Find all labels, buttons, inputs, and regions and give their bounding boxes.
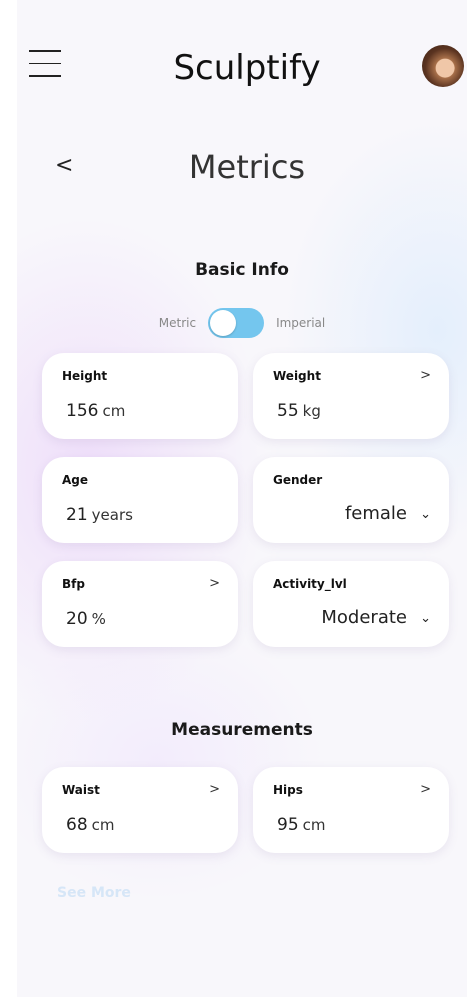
activity-value: Moderate xyxy=(321,607,407,628)
age-label: Age xyxy=(62,473,89,487)
height-card[interactable]: Height 156 cm xyxy=(42,353,238,439)
gender-label: Gender xyxy=(273,473,323,487)
measurements-heading: Measurements xyxy=(171,720,313,740)
weight-label: Weight xyxy=(273,369,321,383)
metrics-screen: Sculptify < Metrics Basic Info Metric Im… xyxy=(17,0,467,997)
hips-card[interactable]: Hips > 95 cm xyxy=(253,767,449,853)
back-chevron-icon[interactable]: < xyxy=(55,153,73,178)
height-label: Height xyxy=(62,369,108,383)
imperial-label: Imperial xyxy=(276,316,326,330)
gender-value: female xyxy=(344,503,407,524)
waist-value: 68 cm xyxy=(66,815,115,835)
unit-toggle: Metric Imperial xyxy=(17,308,467,338)
hamburger-menu-icon[interactable] xyxy=(29,50,61,86)
gender-select[interactable]: Gender female ⌄ xyxy=(253,457,449,543)
age-card[interactable]: Age 21 years xyxy=(42,457,238,543)
weight-card[interactable]: Weight > 55 kg xyxy=(253,353,449,439)
toggle-knob xyxy=(210,310,237,336)
chevron-down-icon: ⌄ xyxy=(420,611,431,626)
unit-toggle-switch[interactable] xyxy=(208,308,265,338)
waist-label: Waist xyxy=(62,783,100,797)
hips-value: 95 cm xyxy=(277,815,326,835)
age-value: 21 years xyxy=(66,505,133,525)
activity-label: Activity_lvl xyxy=(273,577,347,591)
waist-card[interactable]: Waist > 68 cm xyxy=(42,767,238,853)
height-value: 156 cm xyxy=(66,401,126,421)
activity-level-select[interactable]: Activity_lvl Moderate ⌄ xyxy=(253,561,449,647)
hips-label: Hips xyxy=(273,783,303,797)
see-more-link[interactable]: See More xyxy=(57,885,131,901)
chevron-right-icon: > xyxy=(209,782,220,797)
user-avatar[interactable] xyxy=(422,45,464,87)
bfp-label: Bfp xyxy=(62,577,85,591)
chevron-right-icon: > xyxy=(420,782,431,797)
bfp-value: 20% xyxy=(66,609,106,629)
chevron-right-icon: > xyxy=(420,368,431,383)
app-title: Sculptify xyxy=(173,48,321,88)
page-title: Metrics xyxy=(188,148,306,186)
weight-value: 55 kg xyxy=(277,401,321,421)
basic-info-heading: Basic Info xyxy=(195,260,289,280)
chevron-right-icon: > xyxy=(209,576,220,591)
bfp-card[interactable]: Bfp > 20% xyxy=(42,561,238,647)
metric-label: Metric xyxy=(158,316,197,330)
chevron-down-icon: ⌄ xyxy=(420,507,431,522)
